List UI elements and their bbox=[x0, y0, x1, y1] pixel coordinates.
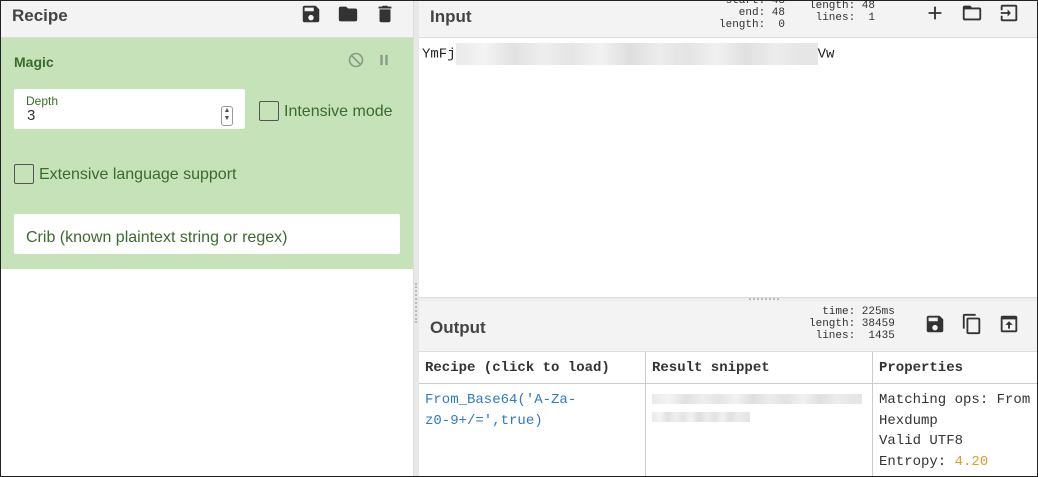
output-stats: time: 225ms length: 38459 lines: 1435 bbox=[809, 306, 895, 342]
table-header-snippet: Result snippet bbox=[646, 352, 872, 384]
redacted-input bbox=[455, 43, 818, 65]
properties-cell: Matching ops: From Hexdump Valid UTF8 En… bbox=[879, 392, 1031, 470]
table-header-properties: Properties bbox=[873, 352, 1037, 384]
table-header-recipe: Recipe (click to load) bbox=[419, 352, 645, 384]
input-textarea[interactable]: YmFj Vw bbox=[422, 43, 834, 65]
recipe-header: Recipe bbox=[1, 1, 413, 38]
intensive-mode-label: Intensive mode bbox=[284, 103, 393, 120]
pause-icon[interactable] bbox=[375, 51, 393, 69]
input-length-stats: length: 48 lines: 1 bbox=[809, 0, 876, 24]
input-text-start: YmFj bbox=[422, 46, 456, 63]
snippet-column: Result snippet bbox=[646, 352, 873, 476]
input-header: Input start: 48 end: 48 length: 0 length… bbox=[419, 1, 1037, 38]
folder-icon[interactable] bbox=[337, 3, 359, 25]
folder-open-icon[interactable] bbox=[961, 2, 983, 24]
disable-icon[interactable] bbox=[347, 51, 365, 69]
intensive-mode-checkbox[interactable] bbox=[259, 101, 279, 121]
save-output-icon[interactable] bbox=[924, 313, 946, 335]
extensive-language-checkbox[interactable] bbox=[14, 164, 34, 184]
magic-operation-card: Magic Depth 3 ▲ ▼ Intensive mode Extensiv… bbox=[1, 38, 413, 269]
depth-spinner[interactable]: ▲ ▼ bbox=[221, 106, 233, 126]
trash-icon[interactable] bbox=[374, 3, 396, 25]
recipe-panel: Recipe Magic Depth 3 ▲ ▼ Intensive mode … bbox=[1, 1, 413, 476]
depth-value[interactable]: 3 bbox=[27, 107, 35, 124]
properties-column: Properties Matching ops: From Hexdump Va… bbox=[873, 352, 1037, 476]
depth-field[interactable]: Depth 3 ▲ ▼ bbox=[14, 89, 245, 129]
input-selection-stats: start: 48 end: 48 length: 0 bbox=[719, 0, 786, 31]
output-title: Output bbox=[430, 318, 486, 337]
import-icon[interactable] bbox=[998, 2, 1020, 24]
redacted-snippet bbox=[652, 394, 862, 422]
recipe-column: Recipe (click to load) From_Base64('A-Za… bbox=[419, 352, 646, 476]
input-text-end: Vw bbox=[817, 46, 835, 63]
plus-icon[interactable] bbox=[924, 2, 946, 24]
save-icon[interactable] bbox=[300, 3, 322, 25]
input-panel: Input start: 48 end: 48 length: 0 length… bbox=[419, 1, 1037, 297]
recipe-title: Recipe bbox=[12, 6, 68, 25]
crib-placeholder: Crib (known plaintext string or regex) bbox=[26, 229, 288, 246]
replace-input-icon[interactable] bbox=[998, 313, 1020, 335]
extensive-language-label: Extensive language support bbox=[39, 166, 237, 183]
copy-icon[interactable] bbox=[961, 313, 983, 335]
depth-label: Depth bbox=[26, 94, 59, 108]
operation-title: Magic bbox=[14, 54, 54, 70]
output-panel: Output time: 225ms length: 38459 lines: … bbox=[419, 301, 1037, 476]
cyberchef-window: Recipe Magic Depth 3 ▲ ▼ Intensive mode … bbox=[0, 0, 1038, 477]
crib-input[interactable]: Crib (known plaintext string or regex) bbox=[14, 214, 400, 254]
output-header: Output time: 225ms length: 38459 lines: … bbox=[419, 301, 1037, 352]
magic-results-table: Recipe (click to load) From_Base64('A-Za… bbox=[419, 352, 1037, 476]
entropy-value: 4.20 bbox=[954, 453, 989, 470]
input-title: Input bbox=[430, 7, 472, 26]
recipe-load-link[interactable]: From_Base64('A-Za- z0-9+/=',true) bbox=[425, 390, 576, 431]
